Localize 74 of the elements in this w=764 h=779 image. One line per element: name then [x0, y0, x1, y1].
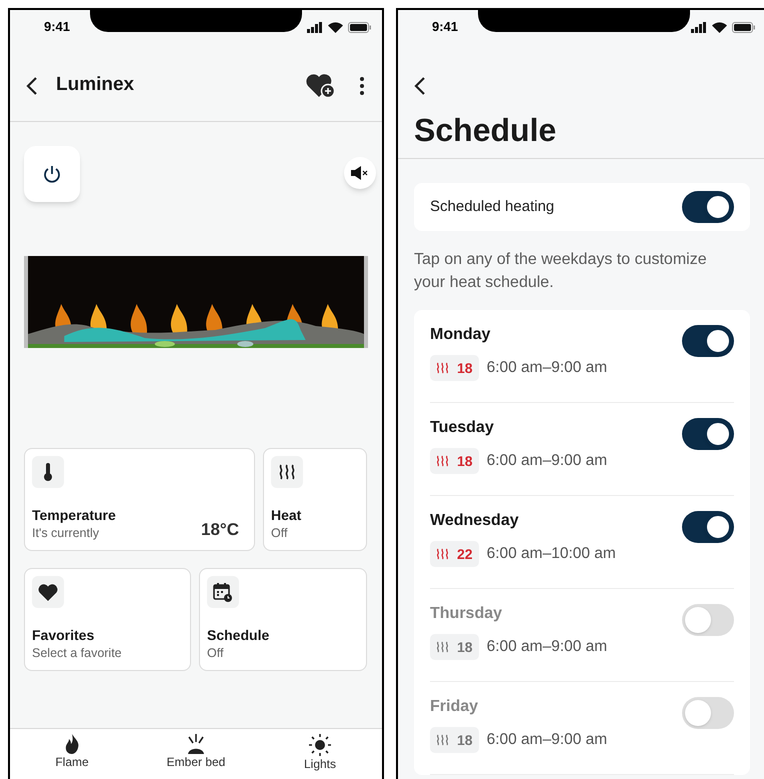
- toggle-switch[interactable]: [682, 325, 734, 357]
- tile-title: Temperature: [32, 506, 116, 524]
- temperature-value: 22: [457, 544, 473, 564]
- temperature-value: 18: [457, 638, 473, 656]
- speaker-muted-icon: [351, 166, 369, 180]
- time-range: 6:00 am–9:00 am: [486, 358, 608, 378]
- battery-icon: [732, 22, 756, 32]
- power-button[interactable]: [24, 146, 80, 202]
- day-row[interactable]: Tuesday 18 6:00 am–9:00 am: [430, 403, 734, 496]
- tile-subtitle: Off: [207, 645, 224, 662]
- time-range: 6:00 am–9:00 am: [486, 730, 608, 750]
- calendar-clock-icon: [213, 582, 233, 602]
- sun-icon: [309, 734, 331, 756]
- heat-waves-icon: [436, 641, 449, 653]
- flame-icon: [63, 734, 81, 754]
- back-icon[interactable]: [26, 76, 38, 96]
- heat-waves-icon: [436, 455, 449, 467]
- heat-waves-icon: [436, 362, 449, 374]
- toggle-switch[interactable]: [682, 418, 734, 450]
- time-range: 6:00 am–10:00 am: [486, 544, 616, 564]
- tile-subtitle: Select a favorite: [32, 645, 122, 662]
- nav-item[interactable]: Ember bed: [151, 734, 241, 771]
- battery-icon: [348, 22, 372, 32]
- tile-card[interactable]: Favorites Select a favorite: [24, 568, 191, 671]
- time-range: 6:00 am–9:00 am: [486, 451, 608, 472]
- tile-title: Favorites: [32, 626, 96, 644]
- tile-card[interactable]: Schedule Off: [199, 568, 367, 671]
- ember-bed-icon: [186, 734, 206, 754]
- day-row[interactable]: Thursday 18 6:00 am–9:00 am: [430, 589, 734, 682]
- back-icon[interactable]: [414, 76, 426, 96]
- day-row[interactable]: Friday 18 6:00 am–9:00 am: [430, 682, 734, 775]
- temperature-value: 18°C: [201, 518, 239, 540]
- tile-subtitle: Off: [271, 525, 288, 542]
- heart-icon: [38, 584, 58, 600]
- temperature-value: 18: [457, 730, 473, 750]
- nav-item[interactable]: Lights: [275, 734, 365, 771]
- heat-waves-icon: [278, 464, 296, 480]
- status-time: 9:41: [44, 18, 70, 36]
- wifi-icon: [328, 22, 343, 32]
- toggle-switch[interactable]: [682, 697, 734, 729]
- description-text: Tap on any of the weekdays to customize your heat schedule.: [414, 250, 708, 293]
- power-icon: [42, 164, 62, 184]
- temperature-value: 18: [457, 358, 473, 378]
- heat-waves-icon: [436, 548, 449, 560]
- toggle-switch[interactable]: [682, 511, 734, 543]
- heat-waves-icon: [436, 734, 449, 746]
- day-name: Friday: [430, 697, 480, 717]
- toggle-switch[interactable]: [682, 191, 734, 223]
- day-name: Tuesday: [430, 418, 495, 438]
- temperature-value: 18: [457, 452, 473, 470]
- signal-icon: [691, 22, 707, 32]
- nav-item[interactable]: Flame: [27, 734, 117, 771]
- tile-title: Heat: [271, 506, 302, 524]
- day-row[interactable]: Monday 18 6:00 am–9:00 am: [430, 310, 734, 403]
- tile-card[interactable]: Temperature It's currently 18°C: [24, 448, 255, 551]
- day-name: Monday: [430, 325, 492, 345]
- toggle-switch[interactable]: [682, 604, 734, 636]
- tile-subtitle: It's currently: [32, 525, 100, 542]
- time-range: 6:00 am–9:00 am: [486, 637, 608, 658]
- wifi-icon: [712, 22, 727, 32]
- day-name: Wednesday: [430, 511, 520, 531]
- day-name: Thursday: [430, 604, 504, 624]
- mute-button[interactable]: [344, 157, 376, 189]
- day-row[interactable]: Wednesday 22 6:00 am–10:00 am: [430, 496, 734, 589]
- heart-plus-icon[interactable]: [306, 72, 336, 98]
- device-title: Luminex: [56, 73, 134, 98]
- page-title: Schedule: [414, 112, 556, 148]
- more-icon[interactable]: [360, 76, 364, 94]
- tile-card[interactable]: Heat Off: [263, 448, 367, 551]
- tile-title: Schedule: [207, 626, 270, 644]
- thermometer-icon: [43, 463, 53, 481]
- setting-label: Scheduled heating: [430, 196, 554, 217]
- signal-icon: [307, 22, 323, 32]
- status-time: 9:41: [432, 18, 458, 36]
